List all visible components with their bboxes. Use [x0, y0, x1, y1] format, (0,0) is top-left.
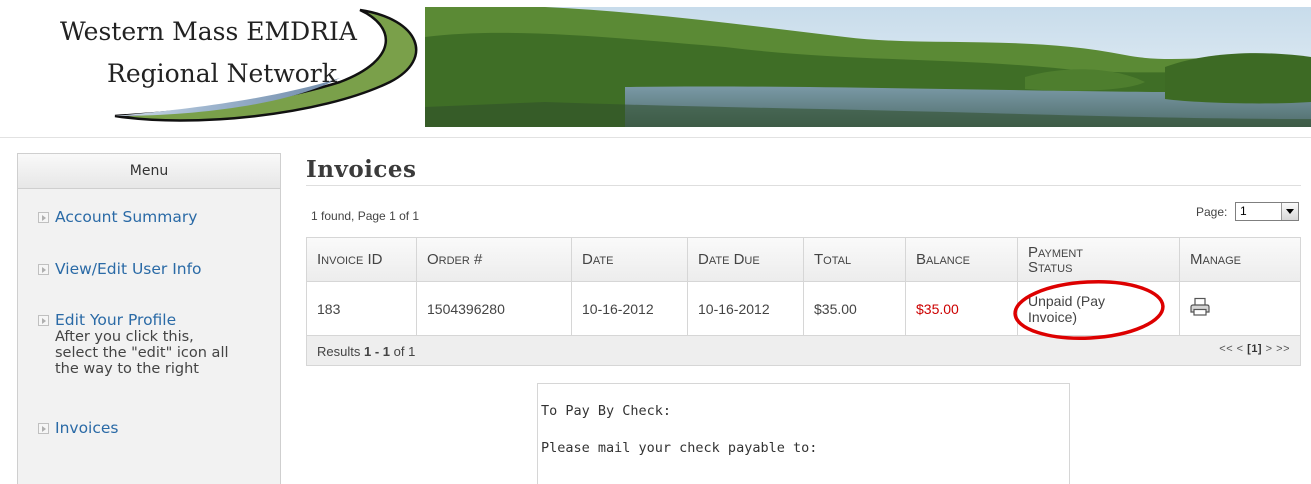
- cell-order-no: 1504396280: [416, 281, 572, 336]
- menu-title: Menu: [18, 154, 280, 189]
- column-header-total[interactable]: Total: [803, 237, 906, 282]
- page-select-label: Page:: [1196, 205, 1228, 219]
- column-header-order-no[interactable]: Order #: [416, 237, 572, 282]
- table-footer-row: Results 1 - 1 of 1 << < [1] > >>: [306, 335, 1301, 366]
- arrow-right-icon: [38, 264, 49, 275]
- sidebar-item-label[interactable]: Edit Your Profile: [55, 311, 176, 329]
- pager-prev-link[interactable]: << <: [1219, 343, 1243, 355]
- cell-date-due: 10-16-2012: [687, 281, 804, 336]
- column-header-date[interactable]: Date: [571, 237, 688, 282]
- pay-by-check-heading: To Pay By Check:: [541, 403, 672, 419]
- results-summary: Results 1 - 1 of 1: [317, 344, 415, 359]
- results-prefix: Results: [317, 343, 361, 359]
- header-line: Payment: [1028, 243, 1084, 261]
- payment-status[interactable]: Unpaid (Pay Invoice): [1013, 279, 1169, 340]
- column-header-date-due[interactable]: Date Due: [687, 237, 804, 282]
- column-header-payment-status[interactable]: Payment Status: [1017, 237, 1180, 282]
- results-count-text: 1 found, Page 1 of 1: [311, 209, 420, 223]
- column-header-manage: Manage: [1179, 237, 1301, 282]
- table-row: 183 1504396280 10-16-2012 10-16-2012 $35…: [306, 279, 1301, 340]
- note-line: select the "edit" icon all: [55, 345, 229, 361]
- header-line: Status: [1028, 258, 1073, 276]
- pager-current-page[interactable]: [1]: [1247, 343, 1262, 355]
- sidebar-item-label[interactable]: Invoices: [55, 419, 119, 437]
- pager-next-link[interactable]: > >>: [1266, 343, 1290, 355]
- site-header: Western Mass EMDRIA Regional Network: [0, 0, 1311, 138]
- results-suffix: of 1: [393, 343, 416, 359]
- river-banner-image: [425, 7, 1311, 127]
- table-header-row: Invoice ID Order # Date Date Due Total B…: [306, 237, 1301, 282]
- cell-payment-status: Unpaid (Pay Invoice): [1013, 279, 1180, 340]
- cell-invoice-id: 183: [306, 281, 417, 336]
- cell-date: 10-16-2012: [571, 281, 688, 336]
- invoices-table: Invoice ID Order # Date Date Due Total B…: [306, 237, 1301, 366]
- status-line[interactable]: Invoice): [1028, 309, 1169, 325]
- sidebar-item-label[interactable]: Account Summary: [55, 208, 197, 226]
- chevron-down-icon[interactable]: [1281, 203, 1298, 220]
- site-logo[interactable]: Western Mass EMDRIA Regional Network: [40, 4, 440, 126]
- pay-by-check-box: To Pay By Check: Please mail your check …: [537, 383, 1070, 484]
- logo-text-line2: Regional Network: [107, 59, 337, 88]
- sidebar-item-label[interactable]: View/Edit User Info: [55, 260, 202, 278]
- cell-total: $35.00: [803, 281, 906, 336]
- arrow-right-icon: [38, 315, 49, 326]
- cell-balance: $35.00: [905, 281, 1018, 336]
- page-select-value: 1: [1240, 204, 1247, 218]
- note-line: the way to the right: [55, 361, 199, 377]
- results-range: 1 - 1: [363, 343, 390, 359]
- title-divider: [306, 185, 1301, 186]
- column-header-balance[interactable]: Balance: [905, 237, 1018, 282]
- sidebar-item-note: After you click this, select the "edit" …: [55, 329, 229, 377]
- arrow-right-icon: [38, 212, 49, 223]
- pager: << < [1] > >>: [1219, 343, 1290, 355]
- note-line: After you click this,: [55, 329, 194, 345]
- column-header-invoice-id[interactable]: Invoice ID: [306, 237, 417, 282]
- logo-text-line1: Western Mass EMDRIA: [60, 17, 357, 46]
- header-divider: [0, 137, 1311, 138]
- sidebar-menu: Menu Account Summary View/Edit User Info…: [17, 153, 281, 484]
- pay-by-check-text: Please mail your check payable to:: [541, 440, 818, 456]
- page-select[interactable]: 1: [1235, 202, 1299, 221]
- table-footer: Results 1 - 1 of 1 << < [1] > >>: [306, 335, 1301, 366]
- status-line[interactable]: Unpaid (Pay: [1028, 293, 1169, 309]
- page-title: Invoices: [306, 156, 417, 183]
- arrow-right-icon: [38, 423, 49, 434]
- cell-manage: [1179, 281, 1301, 336]
- print-icon[interactable]: [1190, 297, 1212, 317]
